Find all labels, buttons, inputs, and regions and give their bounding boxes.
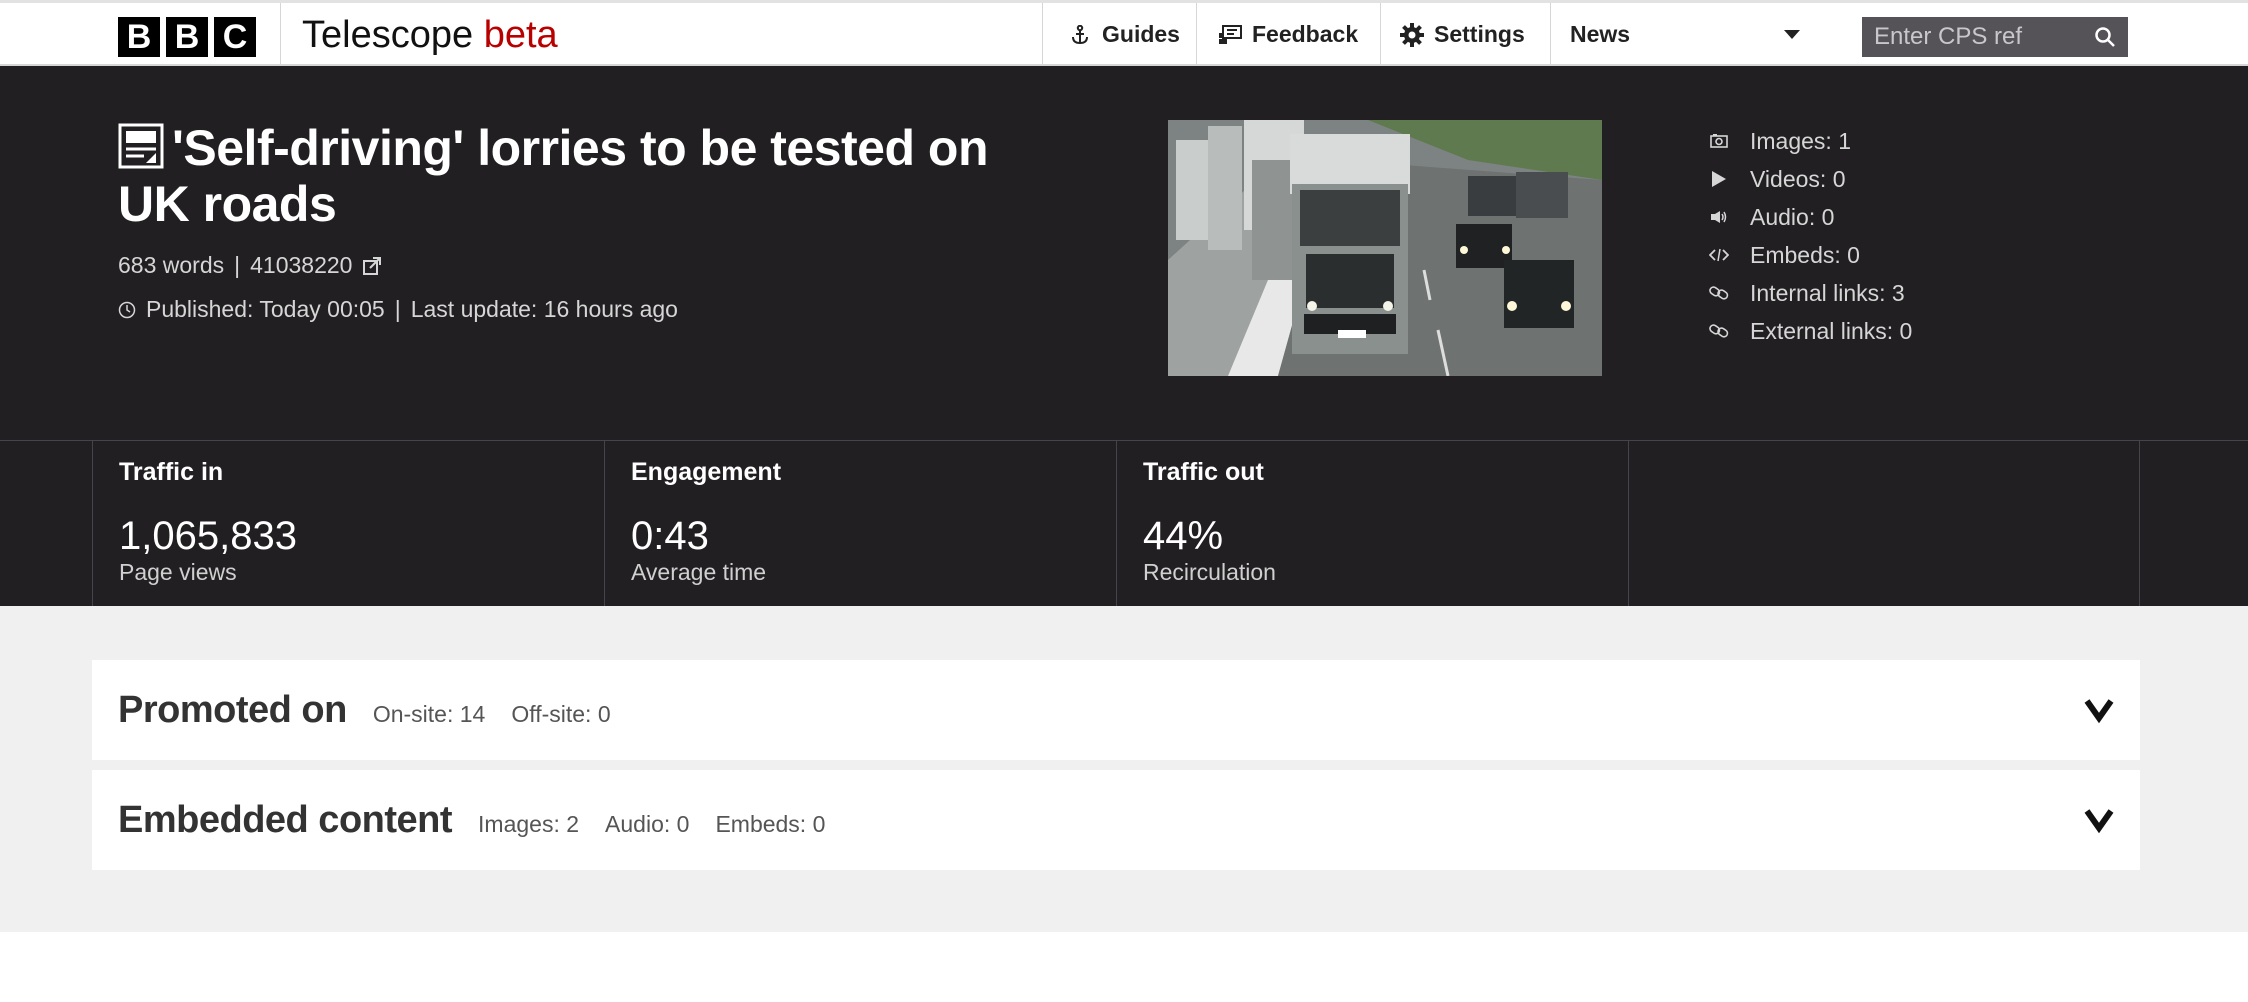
- stat-videos: Videos: 0: [1708, 160, 1912, 198]
- metric-engagement[interactable]: Engagement 0:43 Average time: [604, 441, 1116, 607]
- stat-embeds: Embeds: 0: [1708, 236, 1912, 274]
- embedded-content-panel[interactable]: Embedded content Images: 2 Audio: 0 Embe…: [92, 770, 2140, 870]
- article-id[interactable]: 41038220: [250, 252, 352, 279]
- bbc-logo-letter: C: [214, 17, 256, 57]
- bbc-logo-letter: B: [166, 17, 208, 57]
- panel-info: Embeds: 0: [715, 810, 826, 837]
- metric-label: Recirculation: [1143, 559, 1276, 585]
- metric-value: 44%: [1143, 514, 1224, 558]
- panel-info: Audio: 0: [605, 810, 690, 837]
- metric-value: 1,065,833: [119, 514, 297, 558]
- link-icon: [1708, 320, 1730, 342]
- metrics-band: Traffic in 1,065,833 Page views Engageme…: [0, 440, 2248, 607]
- external-link-icon[interactable]: [362, 256, 382, 276]
- stat-label: Internal links: 3: [1750, 279, 1905, 306]
- nav-divider: [1196, 3, 1197, 66]
- nav-divider: [1042, 3, 1043, 66]
- article-title: 'Self-driving' lorries to be tested on U…: [118, 120, 989, 232]
- meta-separator: |: [394, 296, 401, 322]
- article-image: [1168, 120, 1602, 376]
- metric-label: Page views: [119, 559, 237, 585]
- chevron-down-icon[interactable]: [2084, 696, 2114, 724]
- article-meta: 683 words | 41038220: [118, 252, 382, 279]
- play-icon: [1708, 168, 1730, 190]
- article-dates: Published: Today 00:05 | Last update: 16…: [118, 296, 678, 323]
- stat-audio: Audio: 0: [1708, 198, 1912, 236]
- speaker-icon: [1708, 206, 1730, 228]
- section-dropdown-value: News: [1570, 21, 1631, 47]
- stat-label: Videos: 0: [1750, 165, 1846, 192]
- last-update: Last update: 16 hours ago: [410, 296, 678, 322]
- nav-divider: [280, 3, 281, 66]
- metric-label: Average time: [631, 559, 767, 585]
- link-icon: [1708, 282, 1730, 304]
- article-title-block: 'Self-driving' lorries to be tested on U…: [118, 120, 1058, 232]
- metric-title: Traffic in: [119, 458, 224, 486]
- nav-link-label: Feedback: [1252, 21, 1359, 47]
- metric-title: Engagement: [631, 458, 782, 486]
- stat-label: External links: 0: [1750, 317, 1913, 344]
- section-dropdown[interactable]: News: [1552, 3, 1822, 66]
- article-icon: [118, 123, 164, 169]
- nav-divider: [1550, 3, 1551, 66]
- panel-info: On-site: 14: [372, 700, 486, 727]
- metric-value: 0:43: [631, 514, 709, 558]
- clock-icon: [118, 301, 136, 319]
- published-date: Published: Today 00:05: [146, 296, 385, 322]
- beta-tag: beta: [483, 14, 558, 56]
- metric-traffic-in[interactable]: Traffic in 1,065,833 Page views: [92, 441, 604, 607]
- metric-title: Traffic out: [1143, 458, 1264, 486]
- nav-link-label: Guides: [1102, 21, 1180, 47]
- stat-label: Images: 1: [1750, 127, 1851, 154]
- nav-link-label: Settings: [1434, 21, 1525, 47]
- article-header: 'Self-driving' lorries to be tested on U…: [0, 66, 2248, 440]
- stat-label: Embeds: 0: [1750, 241, 1860, 268]
- code-icon: [1708, 244, 1730, 266]
- detail-panels: Promoted on On-site: 14 Off-site: 0 Embe…: [0, 606, 2248, 932]
- feedback-icon: [1218, 23, 1242, 47]
- promoted-on-panel[interactable]: Promoted on On-site: 14 Off-site: 0: [92, 660, 2140, 760]
- chevron-down-icon[interactable]: [2084, 806, 2114, 834]
- stat-internal-links: Internal links: 3: [1708, 274, 1912, 312]
- meta-separator: |: [234, 252, 241, 278]
- stat-external-links: External links: 0: [1708, 312, 1912, 350]
- search-icon[interactable]: [2094, 26, 2116, 48]
- word-count: 683 words: [118, 252, 225, 278]
- bbc-logo-letter: B: [118, 17, 160, 57]
- nav-divider: [1380, 3, 1381, 66]
- app-title[interactable]: Telescope beta: [302, 13, 558, 57]
- gear-icon: [1400, 22, 1424, 47]
- panel-info: Off-site: 0: [511, 700, 611, 727]
- app-name: Telescope: [302, 14, 474, 56]
- chevron-down-icon: [1784, 30, 1800, 39]
- nav-link-feedback[interactable]: Feedback: [1218, 3, 1358, 66]
- camera-icon: [1708, 130, 1730, 152]
- panel-title: Promoted on: [118, 688, 347, 731]
- bbc-logo[interactable]: B B C: [118, 17, 256, 57]
- asset-stats: Images: 1 Videos: 0 Audio: 0 Embeds: 0 I…: [1708, 122, 1912, 350]
- top-navigation: B B C Telescope beta Guides Feedback Set…: [0, 0, 2248, 66]
- stat-label: Audio: 0: [1750, 203, 1835, 230]
- nav-link-settings[interactable]: Settings: [1400, 3, 1525, 66]
- metric-traffic-out[interactable]: Traffic out 44% Recirculation: [1116, 441, 1628, 607]
- panel-title: Embedded content: [118, 798, 453, 841]
- search-input[interactable]: [1874, 23, 2084, 51]
- stat-images: Images: 1: [1708, 122, 1912, 160]
- search-box: [1862, 17, 2128, 57]
- panel-info: Images: 2: [478, 810, 580, 837]
- nav-link-guides[interactable]: Guides: [1068, 3, 1180, 66]
- metric-empty-slot: [1628, 441, 2140, 607]
- anchor-icon: [1068, 23, 1092, 47]
